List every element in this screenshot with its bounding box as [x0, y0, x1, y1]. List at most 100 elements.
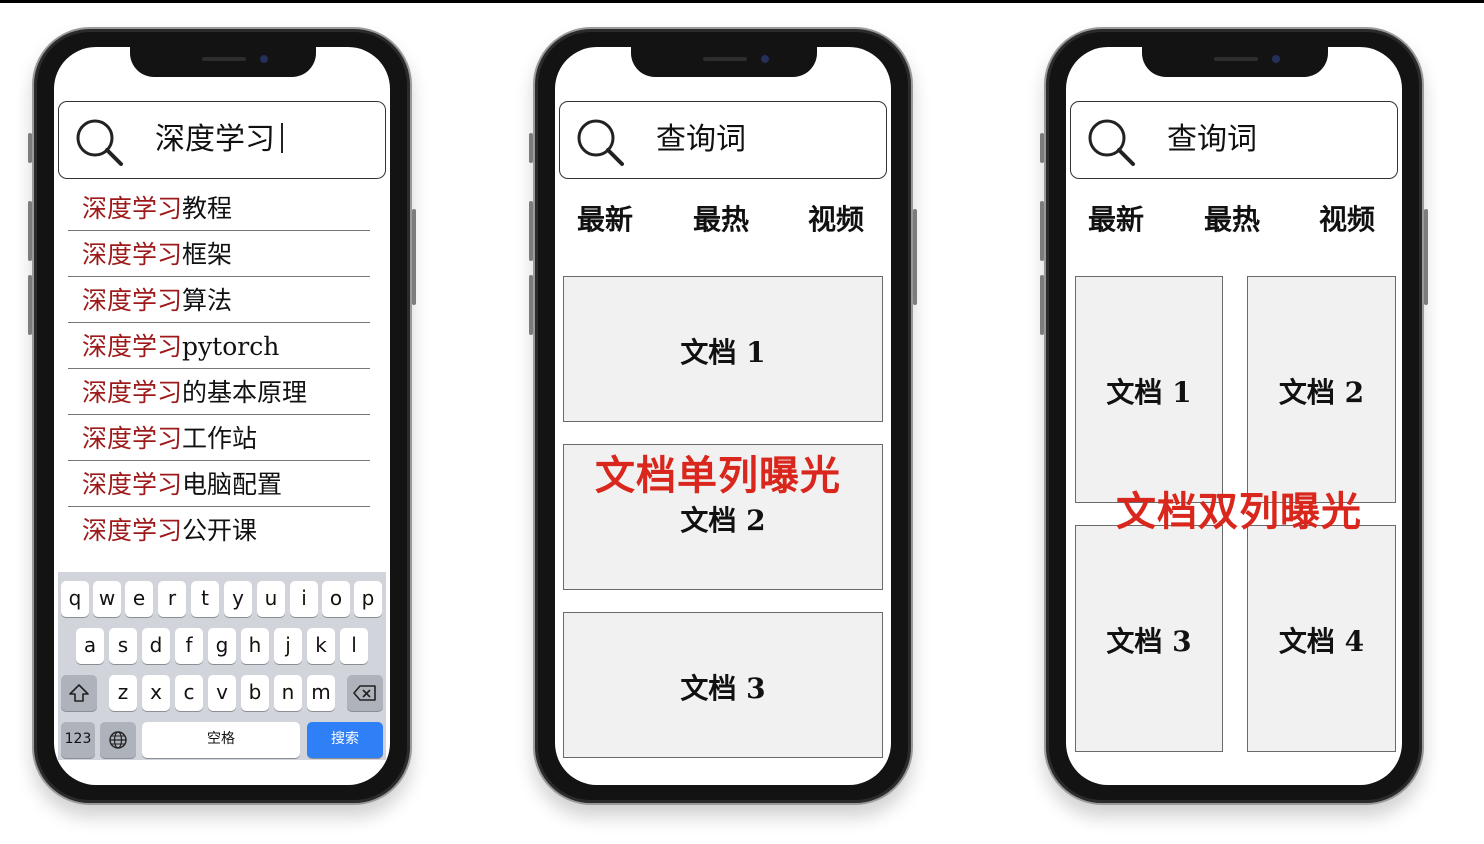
- mute-switch: [1040, 133, 1044, 163]
- key-a[interactable]: a: [76, 628, 104, 664]
- suggestion-item[interactable]: 深度学习教程: [68, 187, 370, 231]
- key-h[interactable]: h: [241, 628, 269, 664]
- space-key[interactable]: 空格: [142, 722, 300, 758]
- document-title: 文档 3: [1106, 625, 1192, 658]
- key-d[interactable]: d: [142, 628, 170, 664]
- key-o[interactable]: o: [322, 581, 350, 617]
- search-bar[interactable]: 查询词: [559, 101, 887, 179]
- search-icon: [577, 119, 624, 166]
- key-m[interactable]: m: [307, 675, 335, 711]
- notch: [130, 47, 316, 77]
- suggestion-item[interactable]: 深度学习框架: [68, 233, 370, 277]
- phone-screen: 查询词 最新 最热 视频 文档 1 文档 2 文档 3 文档 4 文档双列曝光: [1066, 47, 1402, 785]
- globe-icon: [109, 731, 127, 749]
- text-cursor: [281, 123, 283, 153]
- keyboard: q w e r t y u i o p a s d f g h j k l z …: [58, 572, 386, 760]
- phone-screen: 深度学习 深度学习教程 深度学习框架 深度学习算法 深度学习pytorch 深度…: [54, 47, 390, 785]
- filter-tabs: 最新 最热 视频: [1066, 200, 1402, 244]
- backspace-icon: [353, 685, 376, 701]
- search-bar[interactable]: 深度学习: [58, 101, 386, 179]
- key-s[interactable]: s: [109, 628, 137, 664]
- filter-tabs: 最新 最热 视频: [555, 200, 891, 244]
- document-title: 文档 3: [680, 672, 766, 705]
- document-card[interactable]: 文档 1: [563, 276, 883, 422]
- document-card[interactable]: 文档 2: [1247, 276, 1396, 503]
- search-input[interactable]: 深度学习: [155, 120, 283, 160]
- tab-newest[interactable]: 最新: [1088, 200, 1144, 240]
- document-title: 文档 4: [1278, 625, 1365, 658]
- exposure-label: 文档双列曝光: [1116, 489, 1362, 535]
- key-w[interactable]: w: [93, 581, 121, 617]
- shift-key[interactable]: [61, 675, 97, 711]
- key-r[interactable]: r: [158, 581, 186, 617]
- tab-hottest[interactable]: 最热: [693, 200, 749, 240]
- volume-up-button: [28, 201, 32, 261]
- document-card[interactable]: 文档 4: [1247, 525, 1396, 752]
- key-z[interactable]: z: [109, 675, 137, 711]
- backspace-key[interactable]: [347, 675, 383, 711]
- document-title: 文档 1: [1106, 376, 1192, 409]
- exposure-label: 文档单列曝光: [595, 453, 841, 499]
- tab-video[interactable]: 视频: [1319, 200, 1375, 240]
- key-v[interactable]: v: [208, 675, 236, 711]
- key-g[interactable]: g: [208, 628, 236, 664]
- key-y[interactable]: y: [224, 581, 252, 617]
- document-card[interactable]: 文档 3: [563, 612, 883, 758]
- key-l[interactable]: l: [340, 628, 368, 664]
- volume-down-button: [28, 275, 32, 335]
- search-input[interactable]: 查询词: [656, 120, 746, 160]
- document-title: 文档 1: [680, 336, 766, 369]
- suggestion-item[interactable]: 深度学习电脑配置: [68, 463, 370, 507]
- phone-screen: 查询词 最新 最热 视频 文档 1 文档 2 文档 3 文档单列曝光: [555, 47, 891, 785]
- top-border: [0, 0, 1484, 3]
- suggestion-item[interactable]: 深度学习工作站: [68, 417, 370, 461]
- power-button: [412, 209, 416, 305]
- volume-up-button: [529, 201, 533, 261]
- document-title: 文档 2: [1278, 376, 1365, 409]
- search-input[interactable]: 查询词: [1167, 120, 1257, 160]
- suggestion-item[interactable]: 深度学习的基本原理: [68, 371, 370, 415]
- volume-up-button: [1040, 201, 1044, 261]
- numbers-key[interactable]: 123: [61, 722, 95, 758]
- search-icon: [76, 119, 123, 166]
- tab-video[interactable]: 视频: [808, 200, 864, 240]
- keyboard-row-2: a s d f g h j k l: [58, 628, 386, 664]
- volume-down-button: [529, 275, 533, 335]
- search-bar[interactable]: 查询词: [1070, 101, 1398, 179]
- key-e[interactable]: e: [125, 581, 153, 617]
- suggestion-list: 深度学习教程 深度学习框架 深度学习算法 深度学习pytorch 深度学习的基本…: [68, 187, 370, 555]
- document-title: 文档 2: [680, 504, 766, 537]
- mute-switch: [28, 133, 32, 163]
- key-b[interactable]: b: [241, 675, 269, 711]
- key-n[interactable]: n: [274, 675, 302, 711]
- mute-switch: [529, 133, 533, 163]
- phone-search-suggestions: 深度学习 深度学习教程 深度学习框架 深度学习算法 深度学习pytorch 深度…: [28, 27, 416, 805]
- key-i[interactable]: i: [290, 581, 318, 617]
- shift-icon: [69, 684, 89, 702]
- globe-key[interactable]: [100, 722, 136, 758]
- keyboard-row-1: q w e r t y u i o p: [58, 581, 386, 617]
- key-c[interactable]: c: [175, 675, 203, 711]
- notch: [1142, 47, 1328, 77]
- suggestion-item[interactable]: 深度学习算法: [68, 279, 370, 323]
- phone-single-column: 查询词 最新 最热 视频 文档 1 文档 2 文档 3 文档单列曝光: [529, 27, 917, 805]
- search-icon: [1088, 119, 1135, 166]
- key-f[interactable]: f: [175, 628, 203, 664]
- key-u[interactable]: u: [257, 581, 285, 617]
- phone-double-column: 查询词 最新 最热 视频 文档 1 文档 2 文档 3 文档 4 文档双列曝光: [1040, 27, 1428, 805]
- key-p[interactable]: p: [354, 581, 382, 617]
- key-k[interactable]: k: [307, 628, 335, 664]
- document-card[interactable]: 文档 1: [1075, 276, 1223, 503]
- key-j[interactable]: j: [274, 628, 302, 664]
- key-x[interactable]: x: [142, 675, 170, 711]
- key-t[interactable]: t: [191, 581, 219, 617]
- key-q[interactable]: q: [61, 581, 89, 617]
- document-card[interactable]: 文档 3: [1075, 525, 1223, 752]
- search-key[interactable]: 搜索: [307, 722, 383, 758]
- tab-hottest[interactable]: 最热: [1204, 200, 1260, 240]
- tab-newest[interactable]: 最新: [577, 200, 633, 240]
- keyboard-row-4: 123 空格 搜索: [58, 722, 386, 758]
- suggestion-item[interactable]: 深度学习pytorch: [68, 325, 370, 369]
- suggestion-item[interactable]: 深度学习公开课: [68, 509, 370, 553]
- notch: [631, 47, 817, 77]
